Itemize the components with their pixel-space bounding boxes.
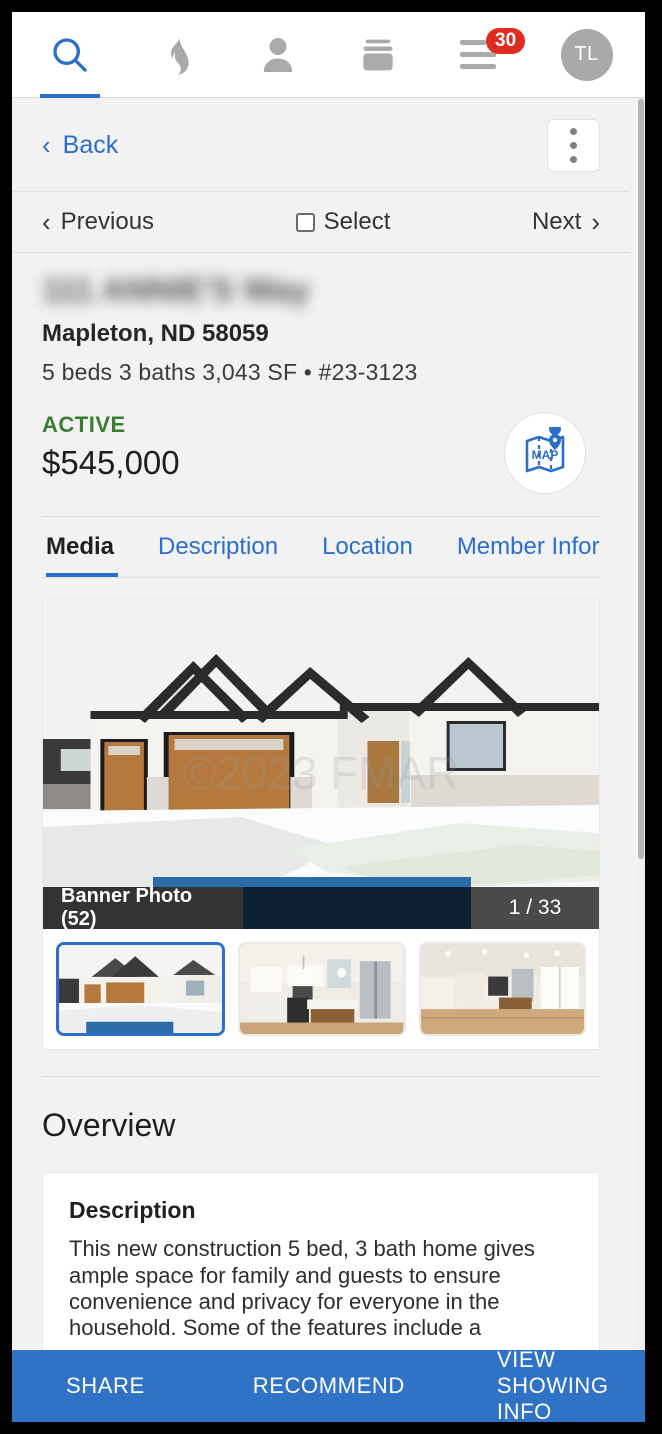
previous-label: Previous bbox=[60, 208, 155, 235]
search-icon bbox=[53, 37, 87, 72]
status-badge: ACTIVE bbox=[42, 412, 126, 438]
overflow-menu-button[interactable] bbox=[547, 118, 600, 172]
person-icon bbox=[263, 37, 293, 72]
thumbnail-living-room[interactable] bbox=[418, 942, 586, 1037]
thumbnail-exterior[interactable] bbox=[56, 942, 226, 1037]
address-line-2: Mapleton, ND 58059 bbox=[42, 320, 269, 348]
map-button[interactable]: MAP bbox=[504, 412, 586, 495]
tab-member-information[interactable]: Member Inform bbox=[435, 517, 600, 577]
thumbnail-kitchen[interactable] bbox=[238, 942, 406, 1037]
tab-description[interactable]: Description bbox=[136, 517, 300, 577]
chevron-left-icon: ‹ bbox=[42, 207, 51, 237]
vertical-scrollbar[interactable] bbox=[637, 99, 645, 1422]
map-button-label: MAP bbox=[532, 448, 559, 462]
caption-spacer bbox=[243, 887, 471, 930]
listing-status-col: ACTIVE $545,000 bbox=[42, 412, 504, 482]
listing-address-block: 111 ANNIE'S Way Mapleton, ND 58059 5 bed… bbox=[12, 253, 630, 386]
tab-location[interactable]: Location bbox=[300, 517, 435, 577]
share-button[interactable]: SHARE bbox=[56, 1373, 155, 1399]
photo-caption-bar: Banner Photo (52) 1 / 33 bbox=[43, 885, 599, 930]
next-listing-button[interactable]: Next › bbox=[532, 208, 600, 236]
listing-price-row: ACTIVE $545,000 MAP bbox=[12, 386, 630, 495]
header-bar: ‹ Back bbox=[12, 99, 630, 191]
thumbnail-exterior-image bbox=[59, 945, 223, 1034]
thumbnail-living-room-image bbox=[420, 944, 584, 1035]
overview-heading: Overview bbox=[42, 1107, 176, 1144]
thumbnail-strip[interactable] bbox=[43, 929, 599, 1049]
kebab-dot bbox=[570, 141, 577, 149]
media-card: ©2023 FMAR New Construction! Banner Phot… bbox=[42, 598, 600, 1051]
hero-photo[interactable]: ©2023 FMAR New Construction! Banner Phot… bbox=[43, 599, 599, 930]
scroll-container[interactable]: ‹ Back ‹ Previous Select Next › 111 ANNI… bbox=[12, 99, 645, 1422]
previous-listing-button[interactable]: ‹ Previous bbox=[42, 208, 154, 236]
listing-pager: ‹ Previous Select Next › bbox=[12, 191, 630, 253]
address-line-1-redacted: 111 ANNIE'S Way bbox=[42, 271, 310, 308]
map-icon: MAP bbox=[525, 427, 565, 473]
chevron-right-icon: › bbox=[591, 207, 600, 237]
select-label: Select bbox=[323, 208, 391, 235]
listing-price: $545,000 bbox=[42, 444, 180, 482]
detail-tabs[interactable]: Media Description Location Member Inform bbox=[42, 516, 600, 579]
kebab-dot bbox=[570, 127, 577, 135]
description-body: This new construction 5 bed, 3 bath home… bbox=[69, 1236, 535, 1341]
scrollbar-thumb[interactable] bbox=[638, 99, 644, 859]
nav-item-cards[interactable] bbox=[328, 12, 428, 98]
back-button[interactable]: ‹ Back bbox=[42, 131, 118, 160]
svg-text:©2023 FMAR: ©2023 FMAR bbox=[183, 748, 459, 799]
photo-caption-label: Banner Photo (52) bbox=[43, 885, 243, 930]
select-checkbox[interactable] bbox=[295, 212, 315, 232]
app-frame: 30 TL ‹ Back ‹ Previous Select Next › 11… bbox=[12, 12, 645, 1422]
nav-active-indicator bbox=[40, 93, 100, 98]
bottom-action-bar: SHARE RECOMMEND VIEW SHOWING INFO bbox=[12, 1347, 645, 1422]
back-button-label: Back bbox=[62, 130, 119, 159]
select-listing-control[interactable]: Select bbox=[154, 208, 532, 236]
description-card: Description This new construction 5 bed,… bbox=[42, 1172, 600, 1353]
thumbnail-kitchen-image bbox=[240, 944, 404, 1035]
listing-facts: 5 beds 3 baths 3,043 SF • #23-3123 bbox=[42, 359, 418, 386]
cards-stack-icon bbox=[363, 39, 393, 70]
flame-icon bbox=[170, 36, 189, 75]
top-navigation-bar: 30 TL bbox=[12, 12, 645, 98]
kebab-dot bbox=[570, 155, 577, 163]
nav-item-contacts[interactable] bbox=[228, 12, 328, 98]
nav-item-search[interactable] bbox=[12, 12, 128, 98]
chevron-left-icon: ‹ bbox=[42, 130, 51, 160]
page-content: ‹ Back ‹ Previous Select Next › 111 ANNI… bbox=[12, 99, 630, 1422]
tab-media[interactable]: Media bbox=[42, 517, 136, 578]
avatar: TL bbox=[560, 28, 613, 81]
recommend-button[interactable]: RECOMMEND bbox=[243, 1373, 415, 1399]
nav-item-menu[interactable]: 30 bbox=[428, 12, 528, 98]
menu-notification-badge: 30 bbox=[486, 27, 526, 55]
view-showing-info-button[interactable]: VIEW SHOWING INFO bbox=[487, 1347, 645, 1422]
nav-item-hot-sheet[interactable] bbox=[128, 12, 228, 98]
photo-counter: 1 / 33 bbox=[471, 887, 599, 930]
next-label: Next bbox=[531, 208, 582, 235]
description-heading: Description bbox=[69, 1197, 196, 1224]
nav-item-profile[interactable]: TL bbox=[528, 12, 645, 98]
